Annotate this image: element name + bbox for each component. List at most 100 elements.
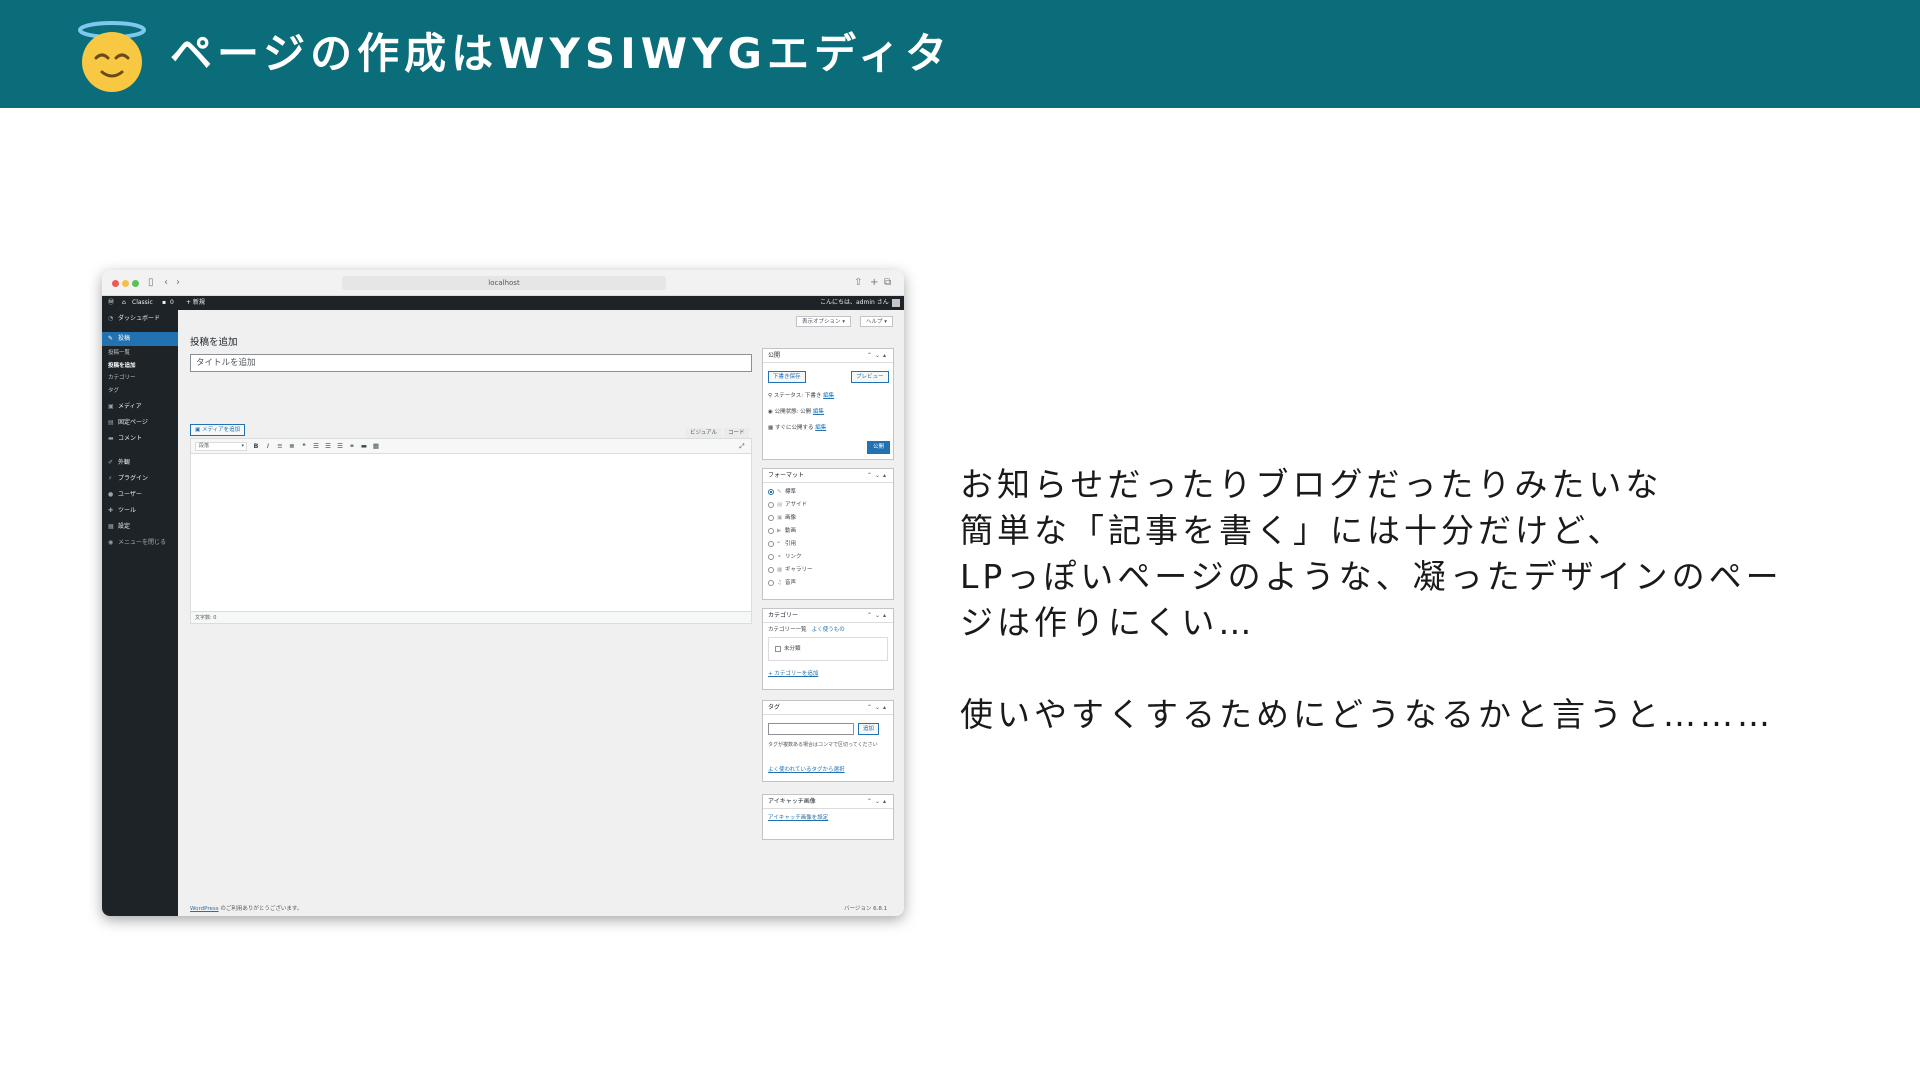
account-greeting[interactable]: こんにちは、admin さん bbox=[820, 296, 889, 310]
format-option-video[interactable]: ▶ 動画 bbox=[768, 526, 796, 536]
menu-comments[interactable]: ▬ コメント bbox=[102, 432, 178, 446]
format-option-aside[interactable]: ▤ アサイド bbox=[768, 500, 807, 510]
menu-settings[interactable]: ▦ 設定 bbox=[102, 520, 178, 534]
align-right-icon[interactable]: ☰ bbox=[335, 441, 345, 451]
toolbar-toggle-icon[interactable]: ▦ bbox=[371, 441, 381, 451]
italic-icon[interactable]: I bbox=[263, 441, 273, 451]
dashboard-icon: ◔ bbox=[108, 315, 114, 322]
format-option-gallery[interactable]: ▦ ギャラリー bbox=[768, 565, 813, 575]
format-option-quote[interactable]: ❝ 引用 bbox=[768, 539, 796, 549]
category-uncategorized[interactable]: 未分類 bbox=[775, 644, 801, 654]
link-icon[interactable]: ⚭ bbox=[347, 441, 357, 451]
box-toggle-icons[interactable]: ⌃⌄▴ bbox=[867, 349, 889, 363]
explanation-line: ジは作りにくい… bbox=[960, 603, 1256, 642]
align-left-icon[interactable]: ☰ bbox=[311, 441, 321, 451]
footer-version: バージョン 6.8.1 bbox=[844, 906, 888, 912]
forward-icon[interactable]: › bbox=[176, 276, 180, 290]
avatar[interactable] bbox=[892, 299, 900, 307]
minimize-dot-icon[interactable] bbox=[122, 280, 129, 287]
tab-code[interactable]: コード bbox=[724, 428, 749, 438]
address-bar[interactable]: localhost bbox=[342, 276, 666, 290]
box-toggle-icons[interactable]: ⌃⌄▴ bbox=[867, 701, 889, 715]
menu-plugins[interactable]: ⚡ プラグイン bbox=[102, 472, 178, 486]
menu-users[interactable]: ● ユーザー bbox=[102, 488, 178, 502]
add-category-link[interactable]: + カテゴリーを追加 bbox=[768, 669, 818, 679]
tab-visual[interactable]: ビジュアル bbox=[686, 428, 721, 438]
smiling-face-with-halo-icon bbox=[78, 21, 146, 92]
read-more-icon[interactable]: ▬ bbox=[359, 441, 369, 451]
box-toggle-icons[interactable]: ⌃⌄▴ bbox=[867, 795, 889, 809]
format-option-image[interactable]: ▣ 画像 bbox=[768, 513, 796, 523]
menu-media[interactable]: ▣ メディア bbox=[102, 400, 178, 414]
menu-collapse[interactable]: ◉ メニューを閉じる bbox=[102, 536, 178, 550]
format-box-title: フォーマット ⌃⌄▴ bbox=[763, 469, 893, 483]
format-option-link[interactable]: ⚭ リンク bbox=[768, 552, 802, 562]
numbered-list-icon[interactable]: ≣ bbox=[287, 441, 297, 451]
box-toggle-icons[interactable]: ⌃⌄▴ bbox=[867, 469, 889, 483]
bullet-list-icon[interactable]: ≡ bbox=[275, 441, 285, 451]
wordpress-logo-icon[interactable]: Ⓦ bbox=[108, 296, 114, 310]
submenu-add-post[interactable]: 投稿を追加 bbox=[108, 361, 136, 371]
plugin-icon: ⚡ bbox=[108, 475, 113, 482]
new-content-link[interactable]: + 新規 bbox=[186, 296, 205, 310]
tag-help-text: タグが複数ある場合はコンマで区切ってください bbox=[768, 742, 878, 748]
menu-posts[interactable]: ✎ 投稿 bbox=[102, 332, 178, 346]
share-icon[interactable]: ⇧ bbox=[854, 276, 862, 290]
quote-icon: ❝ bbox=[777, 541, 780, 547]
browser-chrome: ▯ ‹ › localhost ⇧ + ⧉ bbox=[102, 270, 904, 296]
edit-status-link[interactable]: 編集 bbox=[823, 393, 834, 399]
site-name-link[interactable]: Classic bbox=[132, 296, 153, 310]
back-icon[interactable]: ‹ bbox=[164, 276, 168, 290]
post-title-input[interactable]: タイトルを追加 bbox=[190, 354, 752, 372]
status-row: ⚲ ステータス: 下書き 編集 bbox=[768, 393, 835, 399]
wordpress-link[interactable]: WordPress bbox=[190, 906, 219, 912]
format-select[interactable]: 段落 ▾ bbox=[195, 442, 247, 451]
new-tab-icon[interactable]: + bbox=[870, 276, 878, 290]
submenu-all-posts[interactable]: 投稿一覧 bbox=[108, 348, 130, 358]
blockquote-icon[interactable]: ❝ bbox=[299, 441, 309, 451]
submenu-categories[interactable]: カテゴリー bbox=[108, 373, 136, 383]
format-option-standard[interactable]: ✎ 標準 bbox=[768, 487, 796, 497]
help-button[interactable]: ヘルプ ▾ bbox=[860, 316, 894, 327]
save-draft-button[interactable]: 下書き保存 bbox=[768, 371, 806, 383]
box-toggle-icons[interactable]: ⌃⌄▴ bbox=[867, 609, 889, 623]
featured-image-box: アイキャッチ画像 ⌃⌄▴ アイキャッチ画像を設定 bbox=[762, 794, 894, 840]
gallery-icon: ▦ bbox=[777, 567, 783, 573]
explanation-line: お知らせだったりブログだったりみたいな bbox=[960, 465, 1663, 504]
submenu-tags[interactable]: タグ bbox=[108, 386, 119, 396]
tab-popular-categories[interactable]: よく使うもの bbox=[812, 627, 845, 633]
edit-visibility-link[interactable]: 編集 bbox=[813, 409, 824, 415]
add-media-button[interactable]: ▣ メディアを追加 bbox=[190, 424, 246, 436]
word-count: 文字数: 0 bbox=[191, 611, 751, 623]
menu-tools[interactable]: ✚ ツール bbox=[102, 504, 178, 518]
bold-icon[interactable]: B bbox=[251, 441, 261, 451]
pin-icon: ✎ bbox=[777, 489, 782, 495]
close-dot-icon[interactable] bbox=[112, 280, 119, 287]
editor-toolbar: 段落 ▾ B I ≡ ≣ ❝ ☰ ☰ ☰ ⚭ ▬ ▦ ⤢ bbox=[191, 439, 751, 454]
page-icon: ▤ bbox=[108, 419, 114, 426]
slide-title: ページの作成はWYSIWYGエディタ bbox=[170, 29, 953, 78]
category-box: カテゴリー ⌃⌄▴ カテゴリー一覧 よく使うもの 未分類 + カテゴリーを追加 bbox=[762, 608, 894, 690]
zoom-dot-icon[interactable] bbox=[132, 280, 139, 287]
preview-button[interactable]: プレビュー bbox=[851, 371, 889, 383]
menu-appearance[interactable]: ✐ 外観 bbox=[102, 456, 178, 470]
popular-tags-link[interactable]: よく使われているタグから選択 bbox=[768, 765, 845, 775]
tab-all-categories[interactable]: カテゴリー一覧 bbox=[768, 627, 807, 633]
edit-schedule-link[interactable]: 編集 bbox=[815, 425, 826, 431]
add-tag-button[interactable]: 追加 bbox=[858, 723, 880, 735]
publish-button[interactable]: 公開 bbox=[867, 441, 891, 454]
align-center-icon[interactable]: ☰ bbox=[323, 441, 333, 451]
sidebar-toggle-icon[interactable]: ▯ bbox=[148, 276, 154, 290]
menu-pages[interactable]: ▤ 固定ページ bbox=[102, 416, 178, 430]
tag-input[interactable] bbox=[768, 723, 854, 735]
publish-box-title: 公開 ⌃⌄▴ bbox=[763, 349, 893, 363]
pin-icon: ✎ bbox=[108, 335, 114, 342]
tabs-icon[interactable]: ⧉ bbox=[884, 276, 891, 290]
set-featured-image-link[interactable]: アイキャッチ画像を設定 bbox=[768, 813, 828, 823]
menu-dashboard[interactable]: ◔ ダッシュボード bbox=[102, 312, 178, 326]
fullscreen-icon[interactable]: ⤢ bbox=[737, 441, 747, 451]
comment-bubble-icon[interactable]: ▪ bbox=[162, 296, 166, 310]
format-option-audio[interactable]: ♫ 音声 bbox=[768, 578, 796, 588]
screen-options-button[interactable]: 表示オプション ▾ bbox=[796, 316, 852, 327]
calendar-icon: ▦ bbox=[768, 425, 775, 431]
